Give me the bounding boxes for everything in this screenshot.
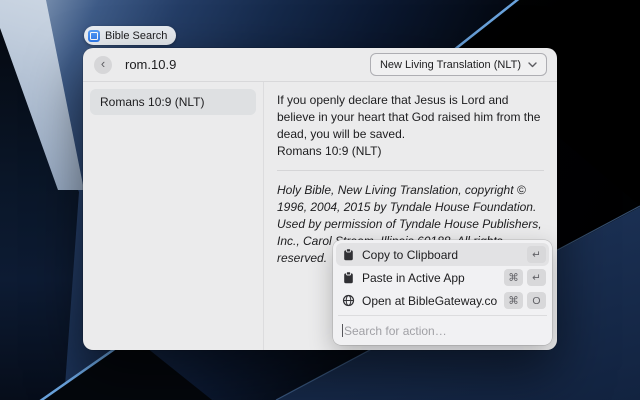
search-input[interactable] xyxy=(123,56,370,73)
action-shortcut: ⌘ O xyxy=(504,292,546,309)
command-key: ⌘ xyxy=(504,292,523,309)
action-label: Copy to Clipboard xyxy=(362,248,520,262)
clipboard-icon xyxy=(342,248,355,261)
return-key: ↵ xyxy=(527,269,546,286)
chevron-left-icon: ‹ xyxy=(101,57,105,70)
result-item-romans-10-9[interactable]: Romans 10:9 (NLT) xyxy=(90,89,256,115)
action-open-at-biblegateway[interactable]: Open at BibleGateway.com ⌘ O xyxy=(336,289,549,312)
return-key: ↵ xyxy=(527,246,546,263)
action-copy-to-clipboard[interactable]: Copy to Clipboard ↵ xyxy=(336,243,549,266)
translation-dropdown[interactable]: New Living Translation (NLT) xyxy=(370,53,547,76)
back-button[interactable]: ‹ xyxy=(94,56,112,74)
action-label: Paste in Active App xyxy=(362,271,497,285)
bible-search-app-icon xyxy=(88,30,100,42)
action-shortcut: ⌘ ↵ xyxy=(504,269,546,286)
translation-dropdown-value: New Living Translation (NLT) xyxy=(380,59,521,71)
action-label: Open at BibleGateway.com xyxy=(362,294,497,308)
action-paste-in-active-app[interactable]: Paste in Active App ⌘ ↵ xyxy=(336,266,549,289)
text-cursor xyxy=(342,324,343,337)
bible-search-window: ‹ New Living Translation (NLT) Romans 10… xyxy=(83,48,557,350)
action-search-placeholder: Search for action… xyxy=(344,324,447,338)
verse-reference: Romans 10:9 (NLT) xyxy=(277,143,544,160)
app-badge-label: Bible Search xyxy=(105,30,167,42)
o-key: O xyxy=(527,292,546,309)
chevron-down-icon xyxy=(528,62,537,68)
globe-icon xyxy=(342,294,355,307)
app-badge[interactable]: Bible Search xyxy=(84,26,176,45)
clipboard-icon xyxy=(342,271,355,284)
action-shortcut: ↵ xyxy=(527,246,546,263)
command-key: ⌘ xyxy=(504,269,523,286)
results-list: Romans 10:9 (NLT) xyxy=(83,82,264,350)
verse-text: If you openly declare that Jesus is Lord… xyxy=(277,92,544,143)
search-header: ‹ New Living Translation (NLT) xyxy=(83,48,557,82)
action-search-field[interactable]: Search for action… xyxy=(336,319,549,342)
detail-divider xyxy=(277,170,544,171)
actions-panel: Copy to Clipboard ↵ Paste in Active App … xyxy=(333,240,552,345)
panel-divider xyxy=(338,315,547,316)
